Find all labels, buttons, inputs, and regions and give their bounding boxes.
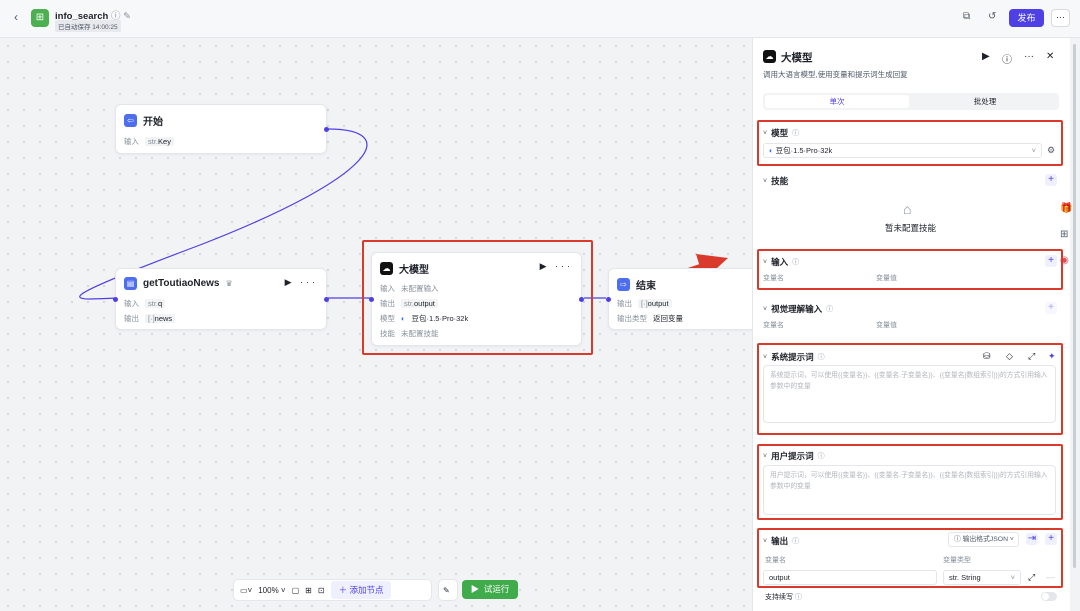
tool-output-value: news <box>154 314 173 323</box>
tool-input-value: q <box>158 299 163 308</box>
empty-skills-text: 暂未配置技能 <box>885 223 937 233</box>
end-node[interactable]: ⇨ 结束 输出 [·]output 输出类型 返回变量 <box>606 268 768 330</box>
end-type-value: 返回变量 <box>653 314 683 323</box>
debug-toolbar: ✎ <box>438 579 458 601</box>
start-input-tag: str.Key <box>145 137 174 146</box>
end-output-tag: [·]output <box>638 299 672 308</box>
tool-output-label: 输出 <box>124 314 139 323</box>
run-icon[interactable]: ▶ <box>982 51 990 62</box>
add-node-button[interactable]: ＋ 添加节点 <box>330 581 392 599</box>
zoom-select[interactable]: 100% ˅ <box>258 586 285 595</box>
test-run-button[interactable]: ▶ 试运行 <box>462 580 518 599</box>
copy-icon[interactable]: ⧉ <box>963 11 970 22</box>
add-skill-button[interactable]: + <box>1045 174 1057 186</box>
panel-scrollbar[interactable] <box>1073 44 1076 568</box>
history-icon[interactable]: ↺ <box>988 11 996 22</box>
tool-output-type: [·] <box>148 314 155 323</box>
more-icon[interactable]: ··· <box>1051 9 1070 27</box>
end-output-label: 输出 <box>617 299 632 308</box>
app-logo-icon: ⊞ <box>31 9 49 27</box>
gift-icon[interactable]: 🎁 <box>1060 203 1072 214</box>
tool-output-tag: [·]news <box>145 314 176 323</box>
close-icon[interactable]: ✕ <box>1046 51 1054 62</box>
panel-title: 大模型 <box>781 52 813 64</box>
top-bar: ‹ ⊞ info_search ⓘ ✎ 已自动保存 14:00:25 ⧉ ↺ 发… <box>0 0 1080 38</box>
vision-info-icon[interactable]: ⓘ <box>826 304 833 314</box>
panel-llm-icon: ☁ <box>763 50 776 63</box>
start-input-value: Key <box>158 137 171 146</box>
layout-icon[interactable]: ⊞ <box>305 586 312 595</box>
vision-col-name: 变量名 <box>763 322 784 329</box>
tool-in-port[interactable] <box>113 297 118 302</box>
start-input-type: str. <box>148 137 159 146</box>
retry-toggle[interactable] <box>1041 592 1057 601</box>
skills-section[interactable]: ˅ 技能 <box>763 175 788 187</box>
end-output-type: [·] <box>641 299 648 308</box>
back-icon[interactable]: ‹ <box>14 10 18 24</box>
user-prompt-highlight <box>757 444 1063 520</box>
panel-description: 调用大语言模型,使用变量和提示词生成回复 <box>763 70 908 79</box>
tool-node-controls[interactable]: ▶ ··· <box>285 277 318 288</box>
end-icon: ⇨ <box>617 278 630 291</box>
end-type-label: 输出类型 <box>617 314 647 323</box>
empty-skills-icon: ⌂ <box>903 201 912 217</box>
tab-single[interactable]: 单次 <box>765 95 909 108</box>
llm-node-highlight <box>362 240 593 355</box>
test-run-label: 试运行 <box>483 584 510 594</box>
canvas-toolbar: ▭˅ 100% ˅ ▢ ⊞ ⊡ ＋ 添加节点 <box>233 579 432 601</box>
tool-input-label: 输入 <box>124 299 139 308</box>
mode-tabs: 单次 批处理 <box>763 93 1059 110</box>
chevron-down-icon[interactable]: ˅ <box>763 306 767 313</box>
end-node-title: 结束 <box>636 281 656 292</box>
output-highlight <box>757 528 1063 588</box>
tool-input-tag: str.q <box>145 299 166 308</box>
chevron-down-icon[interactable]: ˅ <box>763 178 767 185</box>
tab-batch[interactable]: 批处理 <box>913 95 1057 108</box>
publish-button[interactable]: 发布 <box>1009 9 1044 27</box>
tool-node-title: getToutiaoNews <box>143 278 220 289</box>
model-highlight <box>757 120 1063 166</box>
start-node-title: 开始 <box>143 117 163 128</box>
start-node[interactable]: ⇦ 开始 输入 str.Key <box>115 104 329 154</box>
start-out-port[interactable] <box>324 127 329 132</box>
plugin-badge-icon: ♛ <box>225 279 233 288</box>
apps-icon[interactable]: ⊞ <box>1060 229 1068 240</box>
system-prompt-highlight <box>757 343 1063 435</box>
comment-icon[interactable]: ▢ <box>292 586 300 595</box>
add-vision-input-button[interactable]: + <box>1045 302 1057 314</box>
vision-input-section[interactable]: ˅ 视觉理解输入 ⓘ <box>763 303 833 315</box>
minimap-icon[interactable]: ▭˅ <box>240 586 252 595</box>
end-in-port[interactable] <box>606 297 611 302</box>
fit-icon[interactable]: ⊡ <box>318 586 325 595</box>
vision-input-label: 视觉理解输入 <box>771 304 823 314</box>
start-input-label: 输入 <box>124 137 139 146</box>
input-highlight <box>757 249 1063 290</box>
vision-col-value: 变量值 <box>876 322 897 329</box>
tool-icon: ▤ <box>124 277 137 290</box>
retry-info-icon[interactable]: ⓘ <box>795 594 802 601</box>
panel-more-icon[interactable]: ··· <box>1024 51 1034 62</box>
tool-input-type: str. <box>148 299 159 308</box>
retry-label-text: 支持续写 <box>765 594 793 601</box>
autosave-status: 已自动保存 14:00:25 <box>55 20 121 32</box>
zoom-value: 100% <box>258 585 279 595</box>
retry-label: 支持续写 ⓘ <box>765 592 802 602</box>
skills-section-label: 技能 <box>771 176 789 186</box>
debug-icon[interactable]: ✎ <box>443 586 450 595</box>
tool-out-port[interactable] <box>324 297 329 302</box>
start-icon: ⇦ <box>124 114 137 127</box>
end-output-value: output <box>647 299 669 308</box>
edit-icon[interactable]: ✎ <box>123 11 131 22</box>
tool-node[interactable]: ▤ getToutiaoNews ♛ ▶ ··· 输入 str.q 输出 [·]news <box>113 268 329 330</box>
add-node-label: 添加节点 <box>349 585 384 595</box>
help-icon[interactable]: ⓘ <box>1002 51 1012 66</box>
